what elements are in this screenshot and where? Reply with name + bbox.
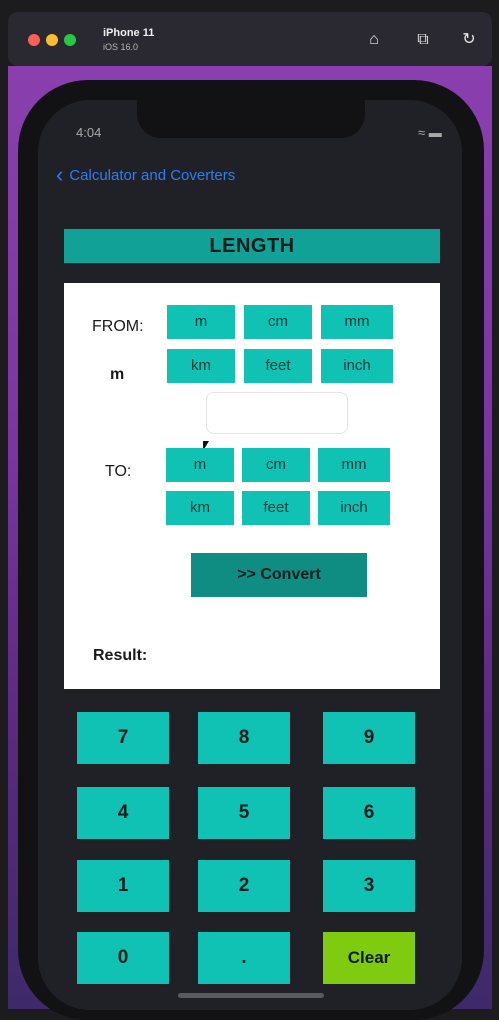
from-label: FROM: [92,318,144,335]
os-version: iOS 16.0 [103,42,139,52]
result-label: Result: [93,647,148,664]
from-unit-m[interactable]: m [167,305,235,339]
from-selected-unit: m [110,366,125,383]
notch [137,100,365,138]
key-8[interactable]: 8 [198,712,290,764]
wifi-battery-icon: ≈ ▬ [418,125,442,140]
from-unit-inch[interactable]: inch [321,349,393,383]
to-label: TO: [105,463,132,480]
from-unit-km[interactable]: km [167,349,235,383]
back-button-label: Calculator and Coverters [69,166,236,184]
clear-button[interactable]: Clear [323,932,415,984]
simulator-title-bar: iPhone 11 iOS 16.0 ⌂ ⧉ ↻ [8,12,492,66]
from-unit-mm[interactable]: mm [321,305,393,339]
to-unit-inch[interactable]: inch [318,491,390,525]
to-unit-cm[interactable]: cm [242,448,310,482]
home-indicator [178,993,324,998]
to-unit-m[interactable]: m [166,448,234,482]
to-unit-mm[interactable]: mm [318,448,390,482]
screenshot-icon[interactable]: ⧉ [413,30,433,50]
key-1[interactable]: 1 [77,860,169,912]
key-4[interactable]: 4 [77,787,169,839]
minimize-window-button[interactable] [46,34,58,46]
key-9[interactable]: 9 [323,712,415,764]
from-unit-feet[interactable]: feet [244,349,312,383]
key-0[interactable]: 0 [77,932,169,984]
key-7[interactable]: 7 [77,712,169,764]
rotate-icon[interactable]: ↻ [459,30,479,50]
device-name: iPhone 11 [103,27,155,39]
home-icon[interactable]: ⌂ [364,30,384,50]
back-button[interactable]: ‹ Calculator and Coverters [56,162,236,187]
status-time: 4:04 [76,125,102,140]
key-2[interactable]: 2 [198,860,290,912]
from-unit-cm[interactable]: cm [244,305,312,339]
double-chevron-right-icon: >> [237,566,256,583]
chevron-left-icon: ‹ [56,162,64,187]
key-5[interactable]: 5 [198,787,290,839]
to-unit-feet[interactable]: feet [242,491,310,525]
title-banner: LENGTH [64,229,440,263]
convert-button[interactable]: >> Convert [191,553,367,597]
key-3[interactable]: 3 [323,860,415,912]
zoom-window-button[interactable] [64,34,76,46]
value-input[interactable] [206,392,348,434]
converter-panel [64,283,440,689]
key-6[interactable]: 6 [323,787,415,839]
convert-button-label: Convert [260,566,321,583]
to-unit-km[interactable]: km [166,491,234,525]
close-window-button[interactable] [28,34,40,46]
page-title: LENGTH [209,235,295,257]
key-decimal[interactable]: . [198,932,290,984]
